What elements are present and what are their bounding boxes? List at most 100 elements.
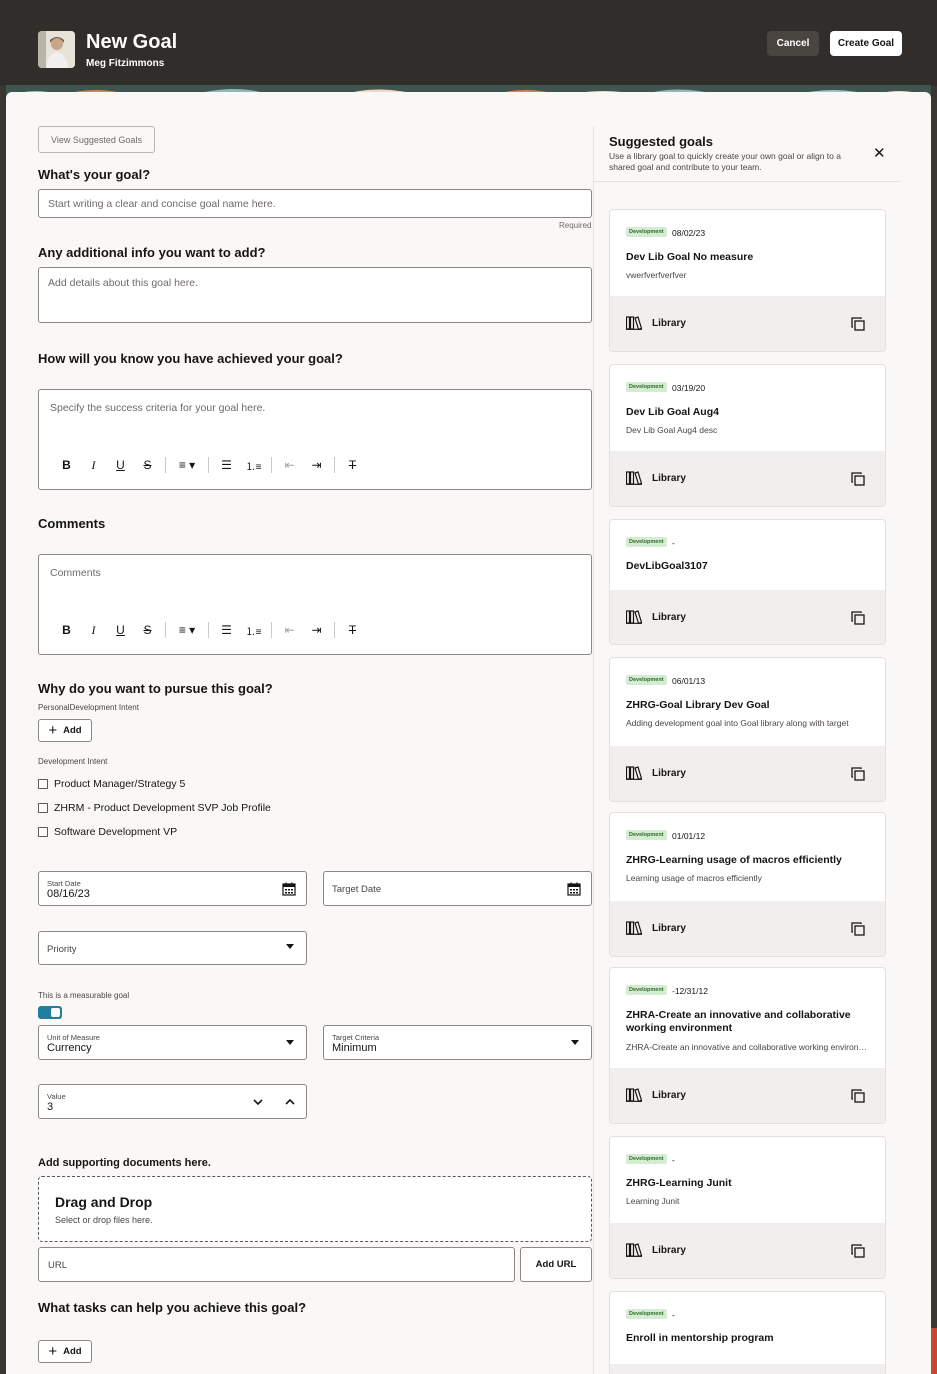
underline-icon[interactable]: U (107, 623, 134, 637)
clear-format-icon[interactable]: T (339, 458, 366, 472)
strikethrough-icon[interactable]: S (134, 458, 161, 472)
outdent-icon[interactable]: ⇤ (276, 458, 303, 472)
suggested-goal-card[interactable]: Development -12/31/12 ZHRA-Create an innov… (609, 967, 886, 1124)
copy-icon[interactable] (851, 922, 865, 936)
start-date-field[interactable]: Start Date 08/16/23 (38, 871, 307, 906)
unit-of-measure-select[interactable]: Unit of Measure Currency (38, 1025, 307, 1060)
chevron-down-icon (571, 1040, 579, 1045)
copy-icon[interactable] (851, 767, 865, 781)
success-criteria-heading: How will you know you have achieved your… (38, 351, 343, 366)
add-url-button[interactable]: Add URL (520, 1247, 592, 1282)
goal-title: DevLibGoal3107 (626, 560, 708, 572)
suggested-goal-card[interactable]: Development 03/19/20 Dev Lib Goal Aug4 Dev … (609, 364, 886, 507)
panel-divider (594, 181, 900, 182)
underline-icon[interactable]: U (107, 458, 134, 472)
toolbar-divider (208, 622, 209, 638)
priority-select[interactable]: Priority (38, 931, 307, 965)
bullet-list-icon[interactable]: ☰ (213, 458, 240, 472)
suggested-goal-card[interactable]: Development 06/01/13 ZHRG-Goal Library Dev… (609, 657, 886, 802)
library-icon (626, 1088, 642, 1102)
goal-name-heading: What's your goal? (38, 167, 151, 182)
checkbox[interactable] (38, 803, 48, 813)
intent-option[interactable]: Product Manager/Strategy 5 (38, 778, 185, 790)
add-task-button[interactable]: + Add (38, 1340, 92, 1363)
category-badge: Development (626, 537, 667, 547)
goal-title: ZHRG-Learning usage of macros efficientl… (626, 854, 842, 866)
url-input[interactable]: URL (38, 1247, 515, 1282)
create-goal-button[interactable]: Create Goal (830, 31, 902, 56)
category-badge: Development (626, 985, 667, 995)
toolbar-divider (165, 457, 166, 473)
measurable-toggle[interactable] (38, 1006, 62, 1019)
copy-icon[interactable] (851, 317, 865, 331)
close-icon[interactable]: ✕ (873, 144, 886, 162)
rich-text-toolbar: B I U S ≡ ▾ ☰ ⒈≡ ⇤ ⇥ T (53, 622, 366, 638)
goal-name-placeholder: Start writing a clear and concise goal n… (48, 198, 276, 210)
chevron-down-icon (286, 1040, 294, 1045)
suggested-goal-card[interactable]: Development - DevLibGoal3107 Library (609, 519, 886, 645)
suggested-goal-card[interactable]: Development - ZHRG-Learning Junit Learning … (609, 1136, 886, 1279)
category-badge: Development (626, 382, 667, 392)
suggested-goal-card[interactable]: Development - Enroll in mentorship program… (609, 1291, 886, 1374)
bullet-list-icon[interactable]: ☰ (213, 623, 240, 637)
checkbox[interactable] (38, 827, 48, 837)
clear-format-icon[interactable]: T (339, 623, 366, 637)
target-date-field[interactable]: Target Date (323, 871, 592, 906)
suggested-goal-card[interactable]: Development 01/01/12 ZHRG-Learning usage o… (609, 812, 886, 957)
outdent-icon[interactable]: ⇤ (276, 623, 303, 637)
value-stepper[interactable]: Value 3 (38, 1084, 307, 1119)
goal-description: Learning Junit (626, 1196, 680, 1206)
goal-description: Adding development goal into Goal librar… (626, 718, 849, 728)
goal-title: ZHRA-Create an innovative and collaborat… (626, 1009, 851, 1034)
numbered-list-icon[interactable]: ⒈≡ (240, 623, 267, 638)
comments-editor[interactable]: Comments B I U S ≡ ▾ ☰ ⒈≡ ⇤ ⇥ T (38, 554, 592, 655)
chevron-up-icon[interactable] (284, 1097, 296, 1107)
italic-icon[interactable]: I (80, 458, 107, 473)
chevron-down-icon[interactable] (252, 1097, 264, 1107)
suggested-goal-card[interactable]: Development 08/02/23 Dev Lib Goal No measu… (609, 209, 886, 352)
intent-option[interactable]: Software Development VP (38, 826, 177, 838)
library-icon (626, 610, 642, 624)
documents-heading: Add supporting documents here. (38, 1157, 211, 1169)
toolbar-divider (334, 457, 335, 473)
plus-icon: + (48, 721, 58, 739)
numbered-list-icon[interactable]: ⒈≡ (240, 458, 267, 473)
calendar-icon[interactable] (282, 882, 296, 896)
category-badge: Development (626, 227, 667, 237)
goal-title: Dev Lib Goal Aug4 (626, 406, 719, 418)
start-date-value: 08/16/23 (47, 888, 90, 900)
card-footer: Library (610, 901, 885, 956)
copy-icon[interactable] (851, 1244, 865, 1258)
start-date-label: Start Date (47, 879, 81, 888)
copy-icon[interactable] (851, 611, 865, 625)
bold-icon[interactable]: B (53, 458, 80, 472)
copy-icon[interactable] (851, 1089, 865, 1103)
align-dropdown-icon[interactable]: ≡ ▾ (170, 623, 204, 637)
goal-date: 01/01/12 (672, 831, 706, 841)
italic-icon[interactable]: I (80, 623, 107, 638)
cancel-button[interactable]: Cancel (767, 31, 819, 56)
goal-name-input[interactable]: Start writing a clear and concise goal n… (38, 189, 592, 218)
add-task-label: Add (63, 1346, 82, 1357)
card-footer: Library (610, 1364, 885, 1374)
success-criteria-editor[interactable]: Specify the success criteria for your go… (38, 389, 592, 490)
copy-icon[interactable] (851, 472, 865, 486)
align-dropdown-icon[interactable]: ≡ ▾ (170, 458, 204, 472)
target-criteria-select[interactable]: Target Criteria Minimum (323, 1025, 592, 1060)
file-drop-zone[interactable]: Drag and Drop Select or drop files here. (38, 1176, 592, 1242)
additional-info-input[interactable]: Add details about this goal here. (38, 267, 592, 323)
toolbar-divider (165, 622, 166, 638)
additional-info-placeholder: Add details about this goal here. (48, 277, 199, 289)
library-label: Library (652, 473, 686, 484)
bold-icon[interactable]: B (53, 623, 80, 637)
library-icon (626, 921, 642, 935)
checkbox[interactable] (38, 779, 48, 789)
indent-icon[interactable]: ⇥ (303, 458, 330, 472)
indent-icon[interactable]: ⇥ (303, 623, 330, 637)
goal-date: - (672, 1310, 675, 1320)
add-intent-button[interactable]: + Add (38, 719, 92, 742)
strikethrough-icon[interactable]: S (134, 623, 161, 637)
intent-option[interactable]: ZHRM - Product Development SVP Job Profi… (38, 802, 271, 814)
calendar-icon[interactable] (567, 882, 581, 896)
view-suggested-goals-button[interactable]: View Suggested Goals (38, 126, 155, 153)
